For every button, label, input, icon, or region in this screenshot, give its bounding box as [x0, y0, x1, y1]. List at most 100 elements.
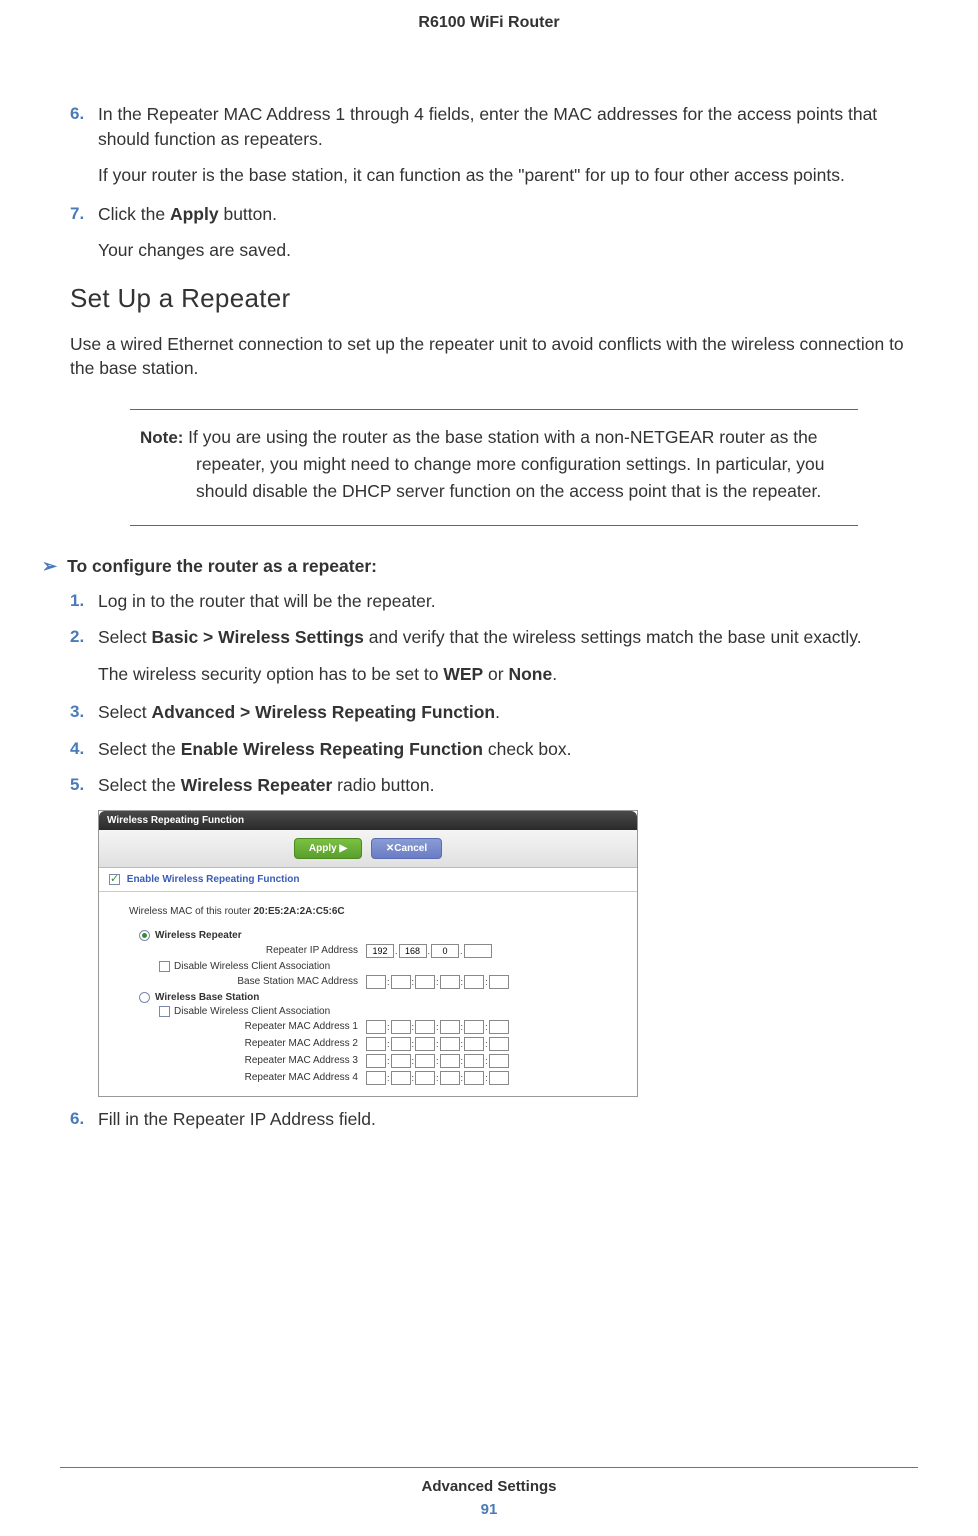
rmac2-label: Repeater MAC Address 2	[111, 1038, 366, 1049]
doc-header: R6100 WiFi Router	[60, 10, 918, 102]
mac-input[interactable]	[489, 1037, 509, 1051]
proc-step-1: 1. Log in to the router that will be the…	[70, 589, 918, 614]
procedure-title: To configure the router as a repeater:	[67, 556, 377, 577]
apply-button[interactable]: Apply ▶	[294, 838, 362, 859]
step-text: Select Advanced > Wireless Repeating Fun…	[98, 700, 918, 725]
mac-input[interactable]	[366, 975, 386, 989]
ip-octet-1[interactable]	[366, 944, 394, 958]
step-text: Select Basic > Wireless Settings and ver…	[98, 625, 918, 650]
cancel-button[interactable]: ✕Cancel	[371, 838, 442, 859]
proc-step-2: 2. Select Basic > Wireless Settings and …	[70, 625, 918, 650]
mac-input[interactable]	[489, 1020, 509, 1034]
mac-input[interactable]	[415, 975, 435, 989]
mac-input[interactable]	[440, 1020, 460, 1034]
mac-input[interactable]	[391, 1071, 411, 1085]
ss-title-bar: Wireless Repeating Function	[99, 811, 637, 830]
note-text: If you are using the router as the base …	[188, 427, 824, 501]
mac-input[interactable]	[464, 975, 484, 989]
step-number: 6.	[70, 102, 98, 151]
mac-input[interactable]	[440, 1054, 460, 1068]
step-text: Fill in the Repeater IP Address field.	[98, 1107, 918, 1132]
rmac4-row: Repeater MAC Address 4 :::::	[111, 1071, 625, 1085]
step-number: 4.	[70, 737, 98, 762]
mac-input[interactable]	[464, 1020, 484, 1034]
mac-input[interactable]	[366, 1037, 386, 1051]
step-7: 7. Click the Apply button.	[70, 202, 918, 227]
repeater-ip-row: Repeater IP Address . . .	[111, 944, 625, 958]
rmac1-label: Repeater MAC Address 1	[111, 1021, 366, 1032]
disable-assoc-checkbox-2[interactable]	[159, 1006, 170, 1017]
rmac3-row: Repeater MAC Address 3 :::::	[111, 1054, 625, 1068]
step-7-sub: Your changes are saved.	[98, 238, 918, 263]
step-number: 3.	[70, 700, 98, 725]
enable-label: Enable Wireless Repeating Function	[127, 874, 300, 885]
proc-step-6: 6. Fill in the Repeater IP Address field…	[70, 1107, 918, 1132]
page-footer: Advanced Settings 91	[0, 1467, 978, 1518]
wireless-repeater-radio[interactable]	[139, 930, 150, 941]
mac-input[interactable]	[366, 1054, 386, 1068]
mac-input[interactable]	[440, 1037, 460, 1051]
mac-input[interactable]	[415, 1020, 435, 1034]
footer-title: Advanced Settings	[0, 1478, 978, 1495]
section-intro: Use a wired Ethernet connection to set u…	[70, 332, 918, 381]
ip-octet-3[interactable]	[431, 944, 459, 958]
note-label: Note:	[140, 428, 188, 447]
step-number: 5.	[70, 773, 98, 798]
repeater-radio-row: Wireless Repeater	[111, 930, 625, 941]
mac-input[interactable]	[464, 1054, 484, 1068]
chevron-icon: ➢	[42, 556, 57, 577]
wireless-repeater-label: Wireless Repeater	[155, 930, 242, 941]
mac-input[interactable]	[440, 975, 460, 989]
enable-checkbox[interactable]	[109, 874, 120, 885]
ss-enable-section: Enable Wireless Repeating Function	[99, 868, 637, 892]
rmac4-label: Repeater MAC Address 4	[111, 1072, 366, 1083]
router-mac-line: Wireless MAC of this router 20:E5:2A:2A:…	[111, 900, 625, 919]
mac-input[interactable]	[391, 1054, 411, 1068]
proc-step-4: 4. Select the Enable Wireless Repeating …	[70, 737, 918, 762]
base-station-radio-row: Wireless Base Station	[111, 992, 625, 1003]
rmac2-row: Repeater MAC Address 2 :::::	[111, 1037, 625, 1051]
mac-input[interactable]	[489, 1071, 509, 1085]
repeater-ip-label: Repeater IP Address	[111, 945, 366, 956]
step-text: Click the Apply button.	[98, 202, 918, 227]
mac-input[interactable]	[391, 1037, 411, 1051]
proc-step-2-sub: The wireless security option has to be s…	[98, 662, 918, 687]
ip-octet-2[interactable]	[399, 944, 427, 958]
mac-input[interactable]	[489, 1054, 509, 1068]
mac-input[interactable]	[464, 1071, 484, 1085]
proc-step-5: 5. Select the Wireless Repeater radio bu…	[70, 773, 918, 798]
mac-input[interactable]	[415, 1071, 435, 1085]
mac-input[interactable]	[366, 1071, 386, 1085]
step-text: Log in to the router that will be the re…	[98, 589, 918, 614]
step-text: In the Repeater MAC Address 1 through 4 …	[98, 102, 918, 151]
note-box: Note: If you are using the router as the…	[130, 409, 858, 526]
wireless-base-station-label: Wireless Base Station	[155, 992, 259, 1003]
mac-input[interactable]	[415, 1054, 435, 1068]
section-heading: Set Up a Repeater	[70, 283, 918, 314]
rmac3-label: Repeater MAC Address 3	[111, 1055, 366, 1066]
step-6: 6. In the Repeater MAC Address 1 through…	[70, 102, 918, 151]
mac-input[interactable]	[489, 975, 509, 989]
step-text: Select the Enable Wireless Repeating Fun…	[98, 737, 918, 762]
proc-step-3: 3. Select Advanced > Wireless Repeating …	[70, 700, 918, 725]
step-number: 2.	[70, 625, 98, 650]
wireless-base-station-radio[interactable]	[139, 992, 150, 1003]
step-number: 1.	[70, 589, 98, 614]
ss-toolbar: Apply ▶ ✕Cancel	[99, 830, 637, 868]
disable-assoc-checkbox[interactable]	[159, 961, 170, 972]
step-6-sub: If your router is the base station, it c…	[98, 163, 918, 188]
ip-octet-4[interactable]	[464, 944, 492, 958]
rmac1-row: Repeater MAC Address 1 :::::	[111, 1020, 625, 1034]
procedure-heading: ➢ To configure the router as a repeater:	[42, 556, 918, 577]
footer-page-number: 91	[0, 1501, 978, 1518]
mac-input[interactable]	[415, 1037, 435, 1051]
step-number: 6.	[70, 1107, 98, 1132]
mac-input[interactable]	[366, 1020, 386, 1034]
mac-input[interactable]	[464, 1037, 484, 1051]
step-number: 7.	[70, 202, 98, 227]
mac-input[interactable]	[391, 975, 411, 989]
disable-assoc-row-1: Disable Wireless Client Association	[111, 961, 625, 972]
base-mac-row: Base Station MAC Address : : : : :	[111, 975, 625, 989]
mac-input[interactable]	[391, 1020, 411, 1034]
mac-input[interactable]	[440, 1071, 460, 1085]
